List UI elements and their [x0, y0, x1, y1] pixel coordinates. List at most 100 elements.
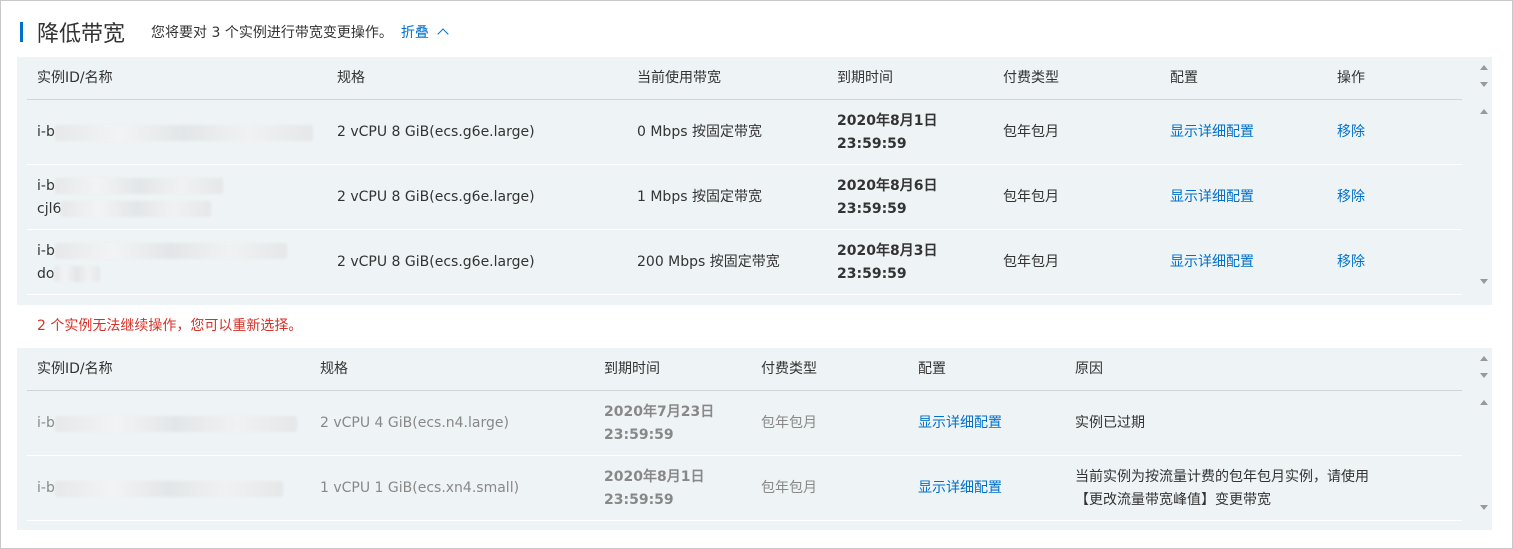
reason-text: 实例已过期 — [1075, 415, 1145, 431]
show-config-link[interactable]: 显示详细配置 — [1170, 186, 1254, 209]
instance-id-text: i-b — [37, 177, 55, 194]
expire-date: 2020年8月1日 — [837, 112, 938, 129]
column-header-paytype: 付费类型 — [1003, 70, 1059, 86]
instances-table-panel: 实例ID/名称 规格 当前使用带宽 到期时间 付费类型 配置 操作 i-b 2 … — [17, 57, 1492, 305]
body-scrollbar[interactable] — [1476, 109, 1492, 289]
reason-text: 当前实例为按流量计费的包年包月实例，请使用 — [1075, 468, 1369, 485]
expire-time: 23:59:59 — [837, 265, 907, 282]
redacted-id — [54, 480, 283, 497]
table-row: i-b 2 vCPU 8 GiB(ecs.g6e.large) 0 Mbps 按… — [27, 100, 1462, 165]
fold-toggle[interactable]: 折叠 — [400, 22, 449, 42]
expire-date: 2020年8月3日 — [837, 242, 938, 259]
expire-time: 23:59:59 — [837, 135, 907, 152]
scroll-down-icon[interactable] — [1480, 82, 1488, 87]
config-cell: 显示详细配置 — [1170, 230, 1254, 295]
config-cell: 显示详细配置 — [1170, 165, 1254, 230]
redacted-id — [54, 415, 297, 432]
operation-description: 您将要对 3 个实例进行带宽变更操作。 — [151, 25, 393, 41]
column-header-config: 配置 — [1170, 70, 1198, 86]
title-accent-bar — [20, 22, 23, 42]
spec-cell: 2 vCPU 4 GiB(ecs.n4.large) — [320, 415, 509, 431]
instance-id-cell: i-b cjl6 — [37, 165, 327, 230]
instance-id-cell: i-b — [37, 100, 327, 165]
expire-cell: 2020年8月6日 23:59:59 — [837, 165, 937, 230]
column-header-expire: 到期时间 — [604, 361, 660, 377]
spec-cell: 2 vCPU 8 GiB(ecs.g6e.large) — [337, 124, 535, 140]
instance-id-cell: i-b — [37, 391, 312, 456]
table-row: i-b 2 vCPU 4 GiB(ecs.n4.large) 2020年7月23… — [27, 391, 1462, 456]
remove-link[interactable]: 移除 — [1337, 121, 1365, 144]
column-header-bandwidth: 当前使用带宽 — [637, 70, 721, 86]
expire-date: 2020年7月23日 — [604, 403, 715, 420]
scroll-down-icon[interactable] — [1480, 373, 1488, 378]
invalid-instances-table: 实例ID/名称 规格 到期时间 付费类型 配置 原因 i-b 2 vCPU 4 … — [27, 348, 1462, 521]
expire-time: 23:59:59 — [604, 426, 674, 443]
scroll-up-icon[interactable] — [1480, 400, 1488, 405]
action-cell: 移除 — [1337, 165, 1365, 230]
instance-id-text: i-b — [37, 415, 55, 431]
scroll-down-icon[interactable] — [1480, 279, 1488, 284]
chevron-up-icon — [437, 28, 449, 40]
column-header-action: 操作 — [1337, 70, 1365, 86]
scroll-up-icon[interactable] — [1480, 356, 1488, 361]
bandwidth-cell: 0 Mbps 按固定带宽 — [637, 124, 762, 140]
page-title: 降低带宽 — [37, 22, 126, 47]
config-cell: 显示详细配置 — [918, 391, 1002, 456]
instance-id-text: i-b — [37, 480, 55, 496]
config-cell: 显示详细配置 — [1170, 100, 1254, 165]
column-header-expire: 到期时间 — [837, 70, 893, 86]
scroll-up-icon[interactable] — [1480, 65, 1488, 70]
instance-id-text: i-b — [37, 242, 55, 259]
expire-cell: 2020年7月23日 23:59:59 — [604, 391, 714, 456]
instance-id-text: i-b — [37, 124, 55, 140]
bandwidth-cell: 1 Mbps 按固定带宽 — [637, 189, 762, 205]
redacted-id — [54, 266, 101, 282]
column-header-config: 配置 — [918, 361, 946, 377]
spec-cell: 2 vCPU 8 GiB(ecs.g6e.large) — [337, 189, 535, 205]
reason-text-line2: 【更改流量带宽峰值】变更带宽 — [1075, 491, 1271, 508]
instance-id-cell: i-b — [37, 456, 312, 521]
show-config-link[interactable]: 显示详细配置 — [1170, 121, 1254, 144]
header-scrollbar[interactable] — [1476, 65, 1492, 95]
spec-cell: 1 vCPU 1 GiB(ecs.xn4.small) — [320, 480, 520, 496]
paytype-cell: 包年包月 — [761, 415, 817, 431]
invalid-instances-panel: 实例ID/名称 规格 到期时间 付费类型 配置 原因 i-b 2 vCPU 4 … — [17, 348, 1492, 530]
column-header-paytype: 付费类型 — [761, 361, 817, 377]
column-header-id: 实例ID/名称 — [37, 361, 113, 377]
table-header: 实例ID/名称 规格 当前使用带宽 到期时间 付费类型 配置 操作 — [27, 57, 1462, 100]
show-config-link[interactable]: 显示详细配置 — [918, 412, 1002, 435]
expire-cell: 2020年8月3日 23:59:59 — [837, 230, 937, 295]
redacted-id — [54, 124, 313, 141]
paytype-cell: 包年包月 — [1003, 189, 1059, 205]
column-header-spec: 规格 — [337, 70, 365, 86]
instance-id-text-line2: cjl6 — [37, 200, 62, 217]
expire-date: 2020年8月6日 — [837, 177, 938, 194]
expire-cell: 2020年8月1日 23:59:59 — [604, 456, 704, 521]
remove-link[interactable]: 移除 — [1337, 251, 1365, 274]
column-header-spec: 规格 — [320, 361, 348, 377]
expire-date: 2020年8月1日 — [604, 468, 705, 485]
fold-label: 折叠 — [400, 25, 429, 41]
body-scrollbar[interactable] — [1476, 400, 1492, 520]
reason-cell: 当前实例为按流量计费的包年包月实例，请使用 【更改流量带宽峰值】变更带宽 — [1075, 456, 1369, 521]
redacted-id — [54, 178, 223, 194]
redacted-id — [54, 243, 287, 259]
expire-time: 23:59:59 — [604, 491, 674, 508]
scroll-up-icon[interactable] — [1480, 109, 1488, 114]
table-row: i-b cjl6 2 vCPU 8 GiB(ecs.g6e.large) 1 M… — [27, 165, 1462, 230]
column-header-id: 实例ID/名称 — [37, 70, 113, 86]
instance-id-cell: i-b do — [37, 230, 327, 295]
bandwidth-cell: 200 Mbps 按固定带宽 — [637, 254, 780, 270]
show-config-link[interactable]: 显示详细配置 — [1170, 251, 1254, 274]
config-cell: 显示详细配置 — [918, 456, 1002, 521]
section-header: 降低带宽 您将要对 3 个实例进行带宽变更操作。 折叠 — [20, 18, 449, 47]
action-cell: 移除 — [1337, 230, 1365, 295]
instances-table: 实例ID/名称 规格 当前使用带宽 到期时间 付费类型 配置 操作 i-b 2 … — [27, 57, 1462, 295]
remove-link[interactable]: 移除 — [1337, 186, 1365, 209]
table-row: i-b 1 vCPU 1 GiB(ecs.xn4.small) 2020年8月1… — [27, 456, 1462, 521]
reason-cell: 实例已过期 — [1075, 391, 1145, 456]
instance-id-text-line2: do — [37, 265, 55, 282]
header-scrollbar[interactable] — [1476, 356, 1492, 386]
scroll-down-icon[interactable] — [1480, 505, 1488, 510]
show-config-link[interactable]: 显示详细配置 — [918, 477, 1002, 500]
